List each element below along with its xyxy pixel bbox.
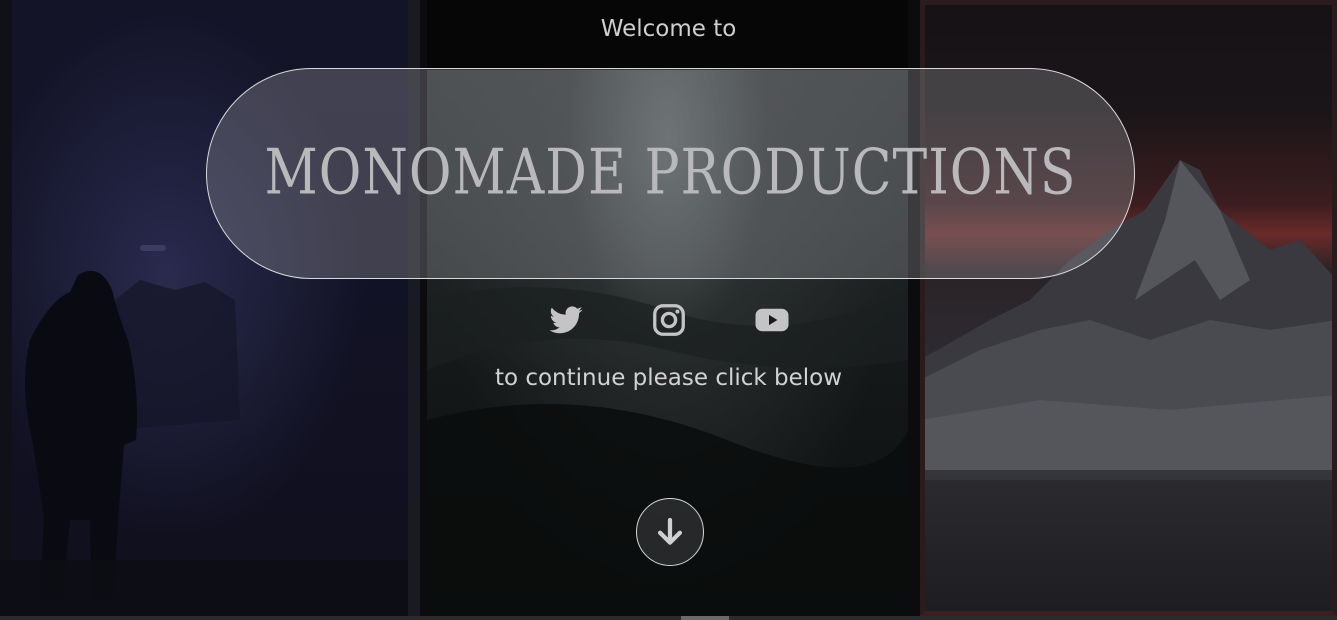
brand-title: MONOMADE PRODUCTIONS	[264, 136, 1077, 209]
scrollbar-thumb[interactable]	[681, 616, 729, 620]
youtube-link[interactable]	[754, 302, 790, 338]
landing-page: Welcome to MONOMADE PRODUCTIONS to conti…	[0, 0, 1337, 620]
scroll-down-button[interactable]	[636, 498, 704, 566]
arrow-down-icon	[657, 517, 683, 545]
horizontal-scrollbar[interactable]	[0, 616, 1337, 620]
instagram-link[interactable]	[651, 302, 687, 338]
twitter-icon	[549, 306, 583, 334]
brand-banner: MONOMADE PRODUCTIONS	[206, 68, 1135, 279]
continue-instruction: to continue please click below	[494, 365, 843, 391]
instagram-icon	[653, 304, 685, 336]
twitter-link[interactable]	[548, 302, 584, 338]
youtube-icon	[755, 308, 789, 332]
social-links	[0, 302, 1337, 338]
welcome-heading: Welcome to	[600, 16, 737, 42]
